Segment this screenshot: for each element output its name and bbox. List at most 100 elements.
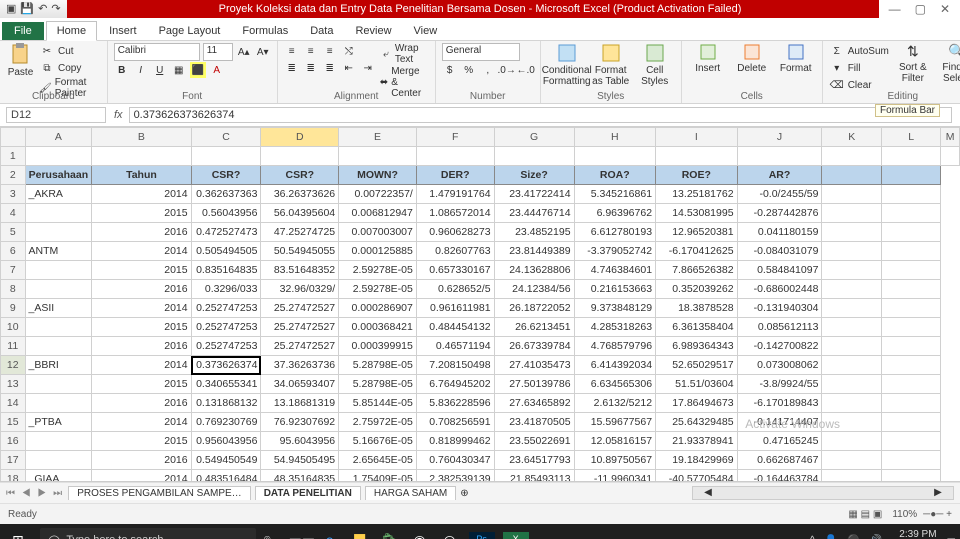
cell[interactable]: 0.628652/5 (416, 280, 494, 299)
cell[interactable]: 0.000399915 (339, 337, 417, 356)
row-header[interactable]: 18 (1, 470, 26, 483)
cell[interactable]: 2016 (92, 451, 191, 470)
align-middle-icon[interactable]: ≡ (303, 43, 319, 59)
cell[interactable] (25, 318, 92, 337)
cell[interactable]: 7.208150498 (416, 356, 494, 375)
row-header[interactable]: 6 (1, 242, 26, 261)
cell[interactable]: 7.866526382 (656, 261, 738, 280)
cell[interactable]: 23.64517793 (494, 451, 574, 470)
cortana-icon[interactable]: ⌾ (264, 534, 271, 539)
cell[interactable]: 6.414392034 (574, 356, 656, 375)
cell[interactable]: 21.85493113 (494, 470, 574, 483)
column-header[interactable]: J (737, 128, 822, 147)
taskbar-search[interactable]: ◯ Type here to search (40, 528, 256, 539)
cell[interactable]: 1.086572014 (416, 204, 494, 223)
wrap-text-button[interactable]: ⤶Wrap Text (380, 43, 429, 65)
cell[interactable]: 0.483516484 (191, 470, 261, 483)
align-left-icon[interactable]: ≣ (284, 60, 300, 76)
cell[interactable]: 5.836228596 (416, 394, 494, 413)
font-color-button[interactable]: A (209, 62, 225, 78)
tab-review[interactable]: Review (345, 22, 401, 40)
cell[interactable]: -0.131940304 (737, 299, 822, 318)
number-format-combo[interactable]: General (442, 43, 520, 61)
cell[interactable]: 0.085612113 (737, 318, 822, 337)
decrease-indent-icon[interactable]: ⇤ (341, 60, 357, 76)
cell[interactable]: _GIAA (25, 470, 92, 483)
cell[interactable]: 52.65029517 (656, 356, 738, 375)
cell[interactable]: 51.51/03604 (656, 375, 738, 394)
cell[interactable] (25, 375, 92, 394)
cell[interactable]: 50.54945055 (261, 242, 339, 261)
cell[interactable]: 0.961611981 (416, 299, 494, 318)
find-select-button[interactable]: 🔍Find & Select (937, 43, 960, 84)
row-header[interactable]: 14 (1, 394, 26, 413)
cell[interactable]: 4.285318263 (574, 318, 656, 337)
cell[interactable]: 0.252747253 (191, 337, 261, 356)
cell[interactable]: 37.36263736 (261, 356, 339, 375)
cell[interactable]: 2016 (92, 223, 191, 242)
view-buttons[interactable]: ▦ ▤ ▣ (848, 509, 882, 520)
tray-time[interactable]: 2:39 PM (892, 529, 937, 539)
cell[interactable]: 15.59677567 (574, 413, 656, 432)
cell[interactable] (25, 432, 92, 451)
cell[interactable]: 48.35164835 (261, 470, 339, 483)
cell[interactable]: 0.073008062 (737, 356, 822, 375)
cell[interactable]: 2.75972E-05 (339, 413, 417, 432)
zoom-slider[interactable]: ─●─ + (923, 509, 952, 520)
cell[interactable]: 47.25274725 (261, 223, 339, 242)
cell[interactable]: 13.18681319 (261, 394, 339, 413)
orientation-icon[interactable]: ⤭ (341, 43, 357, 59)
cell[interactable]: 0.007003007 (339, 223, 417, 242)
cell[interactable]: 2014 (92, 185, 191, 204)
cell[interactable]: 12.05816157 (574, 432, 656, 451)
table-header-cell[interactable]: Size? (494, 166, 574, 185)
cell[interactable]: 25.64329485 (656, 413, 738, 432)
cell[interactable]: 27.41035473 (494, 356, 574, 375)
cell[interactable]: 0.46571194 (416, 337, 494, 356)
cell[interactable]: 0.3296/033 (191, 280, 261, 299)
cell[interactable]: 2015 (92, 375, 191, 394)
column-header[interactable]: G (494, 128, 574, 147)
cell-styles-button[interactable]: Cell Styles (635, 43, 675, 87)
increase-decimal-icon[interactable]: .0→ (499, 62, 515, 78)
cell[interactable]: 0.818999462 (416, 432, 494, 451)
cell[interactable]: 0.484454132 (416, 318, 494, 337)
cell[interactable]: 5.85144E-05 (339, 394, 417, 413)
table-header-cell[interactable]: AR? (737, 166, 822, 185)
fill-button[interactable]: ▾Fill (829, 60, 889, 76)
cell[interactable]: -3.8/9924/55 (737, 375, 822, 394)
cell[interactable] (25, 280, 92, 299)
cell[interactable] (25, 394, 92, 413)
format-as-table-button[interactable]: Format as Table (591, 43, 631, 87)
cell[interactable]: 0.708256591 (416, 413, 494, 432)
cell[interactable]: 1.75409E-05 (339, 470, 417, 483)
font-size-combo[interactable]: 11 (203, 43, 233, 61)
column-header[interactable]: A (25, 128, 92, 147)
cell[interactable]: 5.28798E-05 (339, 356, 417, 375)
cell[interactable]: 0.960628273 (416, 223, 494, 242)
cell[interactable]: 6.989364343 (656, 337, 738, 356)
cell[interactable]: 23.44476714 (494, 204, 574, 223)
cell[interactable]: 0.216153663 (574, 280, 656, 299)
fx-icon[interactable]: fx (108, 109, 129, 121)
sort-filter-button[interactable]: ⇅Sort & Filter (893, 43, 933, 84)
cell[interactable]: 2016 (92, 394, 191, 413)
tab-page-layout[interactable]: Page Layout (149, 22, 231, 40)
cell[interactable] (25, 261, 92, 280)
cell[interactable]: 2014 (92, 413, 191, 432)
table-header-cell[interactable]: Perusahaan (25, 166, 92, 185)
cell[interactable]: 2016 (92, 280, 191, 299)
cell[interactable]: 26.18722052 (494, 299, 574, 318)
tab-insert[interactable]: Insert (99, 22, 147, 40)
column-header[interactable]: B (92, 128, 191, 147)
cell[interactable]: 0.82607763 (416, 242, 494, 261)
table-header-cell[interactable]: ROE? (656, 166, 738, 185)
sheet-tab[interactable]: DATA PENELITIAN (255, 486, 361, 500)
border-button[interactable]: ▦ (171, 62, 187, 78)
underline-button[interactable]: U (152, 62, 168, 78)
cell[interactable]: 13.25181762 (656, 185, 738, 204)
align-right-icon[interactable]: ≣ (322, 60, 338, 76)
tray-up-icon[interactable]: ^ (810, 535, 815, 539)
column-header[interactable]: F (416, 128, 494, 147)
cell[interactable] (25, 223, 92, 242)
